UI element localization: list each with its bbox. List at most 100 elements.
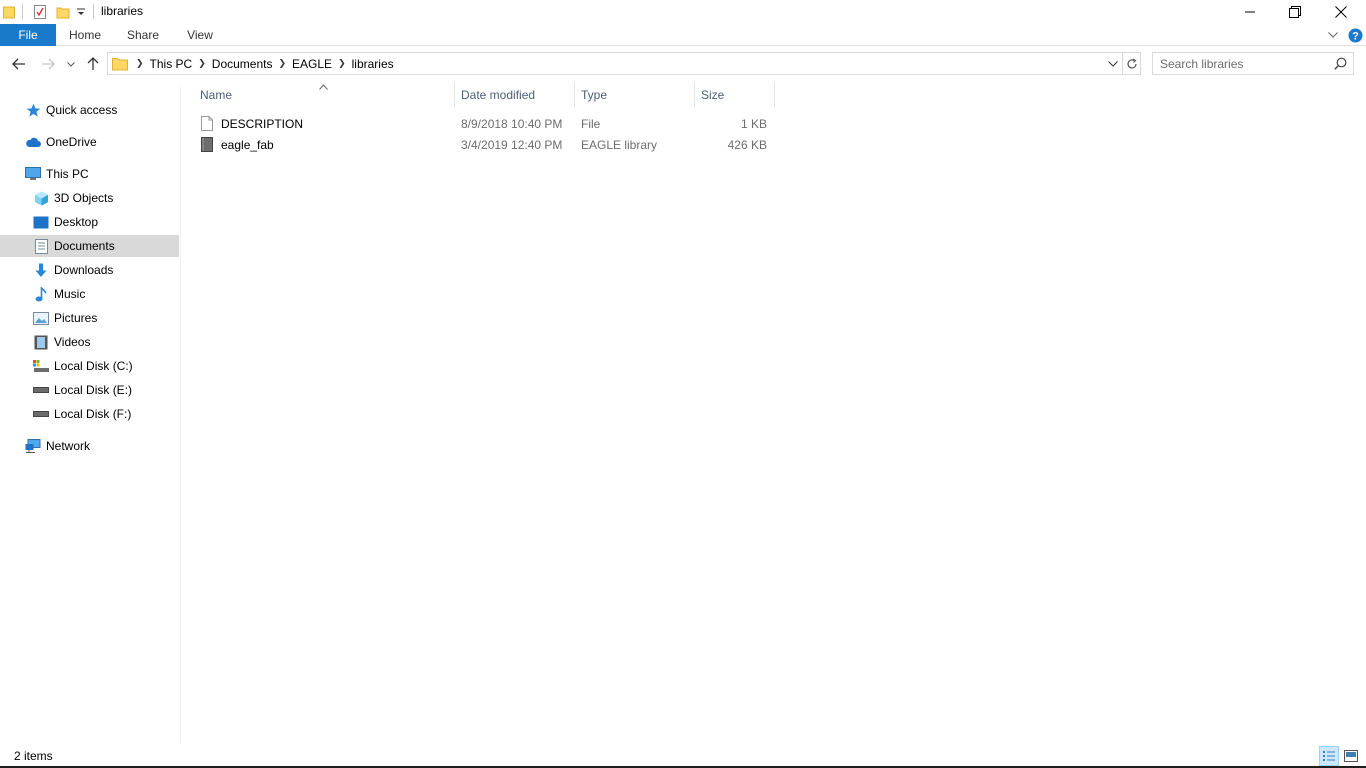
arrow-left-icon	[12, 58, 25, 70]
item-count: 2 items	[14, 749, 53, 763]
sidebar-item-label: Local Disk (C:)	[54, 359, 133, 373]
title-divider	[22, 4, 23, 19]
sidebar-item-desktop[interactable]: Desktop	[0, 211, 179, 233]
file-size: 426 KB	[727, 137, 767, 152]
up-button[interactable]	[82, 53, 104, 75]
sidebar-item-music[interactable]: Music	[0, 283, 179, 305]
sidebar-item-label: Videos	[54, 335, 91, 349]
close-button[interactable]	[1318, 0, 1364, 24]
download-icon	[33, 262, 49, 278]
file-name: DESCRIPTION	[221, 116, 304, 131]
sidebar-item-pictures[interactable]: Pictures	[0, 307, 179, 329]
breadcrumb-eagle[interactable]: EAGLE	[292, 57, 332, 71]
sidebar-item-label: Quick access	[46, 103, 118, 117]
title-divider	[93, 4, 94, 19]
sidebar-item-label: Documents	[54, 239, 115, 253]
search-icon[interactable]	[1334, 57, 1347, 73]
file-date: 3/4/2019 12:40 PM	[461, 137, 563, 152]
chevron-right-icon[interactable]: ❯	[198, 58, 206, 69]
sidebar-item-local-disk-f[interactable]: Local Disk (F:)	[0, 403, 179, 425]
sidebar-item-videos[interactable]: Videos	[0, 331, 179, 353]
tab-view[interactable]: View	[177, 24, 223, 46]
help-icon: ?	[1348, 28, 1362, 42]
chevron-right-icon[interactable]: ❯	[136, 58, 144, 69]
close-icon	[1335, 6, 1347, 18]
folder-icon	[112, 57, 128, 71]
search-input[interactable]	[1160, 56, 1330, 71]
navigation-pane: Quick access OneDrive This PC 3D Objects…	[0, 86, 181, 742]
recent-locations-button[interactable]	[62, 53, 80, 75]
cube-icon	[33, 190, 49, 206]
status-bar: 2 items	[0, 744, 1366, 768]
expand-ribbon-button[interactable]	[1324, 26, 1342, 44]
file-name-cell: DESCRIPTION	[201, 113, 303, 134]
refresh-button[interactable]	[1123, 52, 1141, 75]
tab-home[interactable]: Home	[62, 24, 108, 46]
file-icon	[201, 116, 215, 132]
sidebar-item-label: Desktop	[54, 215, 99, 229]
column-header-size[interactable]: Size	[695, 84, 773, 106]
file-date: 8/9/2018 10:40 PM	[461, 116, 563, 131]
tab-file[interactable]: File	[0, 24, 56, 46]
sidebar-item-quick-access[interactable]: Quick access	[0, 99, 179, 121]
customize-toolbar-icon[interactable]	[75, 3, 87, 21]
address-bar[interactable]: ❯ This PC ❯ Documents ❯ EAGLE ❯ librarie…	[107, 52, 1123, 75]
sidebar-item-this-pc[interactable]: This PC	[0, 163, 179, 185]
minimize-button[interactable]	[1227, 0, 1273, 24]
search-box[interactable]	[1152, 52, 1354, 75]
sidebar-item-local-disk-e[interactable]: Local Disk (E:)	[0, 379, 179, 401]
breadcrumb-documents[interactable]: Documents	[212, 57, 273, 71]
sidebar-item-label: Pictures	[54, 311, 98, 325]
sidebar-item-onedrive[interactable]: OneDrive	[0, 131, 179, 153]
sidebar-item-label: Local Disk (E:)	[54, 383, 133, 397]
file-name: eagle_fab	[221, 137, 274, 152]
sidebar-item-local-disk-c[interactable]: Local Disk (C:)	[0, 355, 179, 377]
properties-icon[interactable]	[31, 3, 49, 21]
large-icons-view-icon	[1344, 750, 1358, 762]
arrow-right-icon	[42, 58, 55, 70]
sidebar-item-label: 3D Objects	[54, 191, 114, 205]
cloud-icon	[25, 134, 41, 150]
file-row[interactable]: DESCRIPTION 8/9/2018 10:40 PM File 1 KB	[195, 113, 775, 134]
drive-icon	[33, 406, 49, 422]
drive-icon	[33, 382, 49, 398]
music-icon	[33, 286, 49, 302]
column-divider[interactable]	[774, 82, 775, 108]
restore-icon	[1289, 6, 1301, 18]
sidebar-item-label: OneDrive	[46, 135, 97, 149]
column-header-date-modified[interactable]: Date modified	[455, 84, 573, 106]
tab-share[interactable]: Share	[120, 24, 166, 46]
breadcrumb-this-pc[interactable]: This PC	[150, 57, 193, 71]
sidebar-item-label: This PC	[46, 167, 89, 181]
chevron-down-icon	[67, 61, 75, 67]
help-button[interactable]: ?	[1346, 26, 1364, 44]
sidebar-item-3d-objects[interactable]: 3D Objects	[0, 187, 179, 209]
restore-button[interactable]	[1272, 0, 1318, 24]
sidebar-item-network[interactable]: Network	[0, 435, 179, 457]
sidebar-item-label: Local Disk (F:)	[54, 407, 132, 421]
window-title: libraries	[101, 4, 144, 18]
computer-icon	[25, 166, 41, 182]
svg-text:?: ?	[1352, 30, 1359, 42]
ribbon: File Home Share View ?	[0, 24, 1366, 46]
file-size: 1 KB	[740, 116, 767, 131]
sidebar-item-documents[interactable]: Documents	[0, 235, 179, 257]
large-icons-view-button[interactable]	[1341, 746, 1361, 766]
column-header-name[interactable]: Name	[194, 84, 453, 106]
chevron-right-icon[interactable]: ❯	[278, 58, 286, 69]
arrow-up-icon	[87, 57, 99, 70]
pictures-icon	[33, 310, 49, 326]
chevron-right-icon[interactable]: ❯	[338, 58, 346, 69]
forward-button[interactable]	[37, 53, 59, 75]
details-view-button[interactable]	[1319, 746, 1339, 766]
star-icon	[25, 102, 41, 118]
address-history-button[interactable]	[1104, 53, 1122, 74]
new-folder-icon[interactable]	[55, 3, 71, 21]
column-header-type[interactable]: Type	[575, 84, 693, 106]
breadcrumb-libraries[interactable]: libraries	[352, 57, 394, 71]
folder-icon	[2, 3, 16, 21]
back-button[interactable]	[8, 53, 30, 75]
system-drive-icon	[33, 358, 49, 374]
sidebar-item-downloads[interactable]: Downloads	[0, 259, 179, 281]
file-row[interactable]: eagle_fab 3/4/2019 12:40 PM EAGLE librar…	[195, 134, 775, 155]
